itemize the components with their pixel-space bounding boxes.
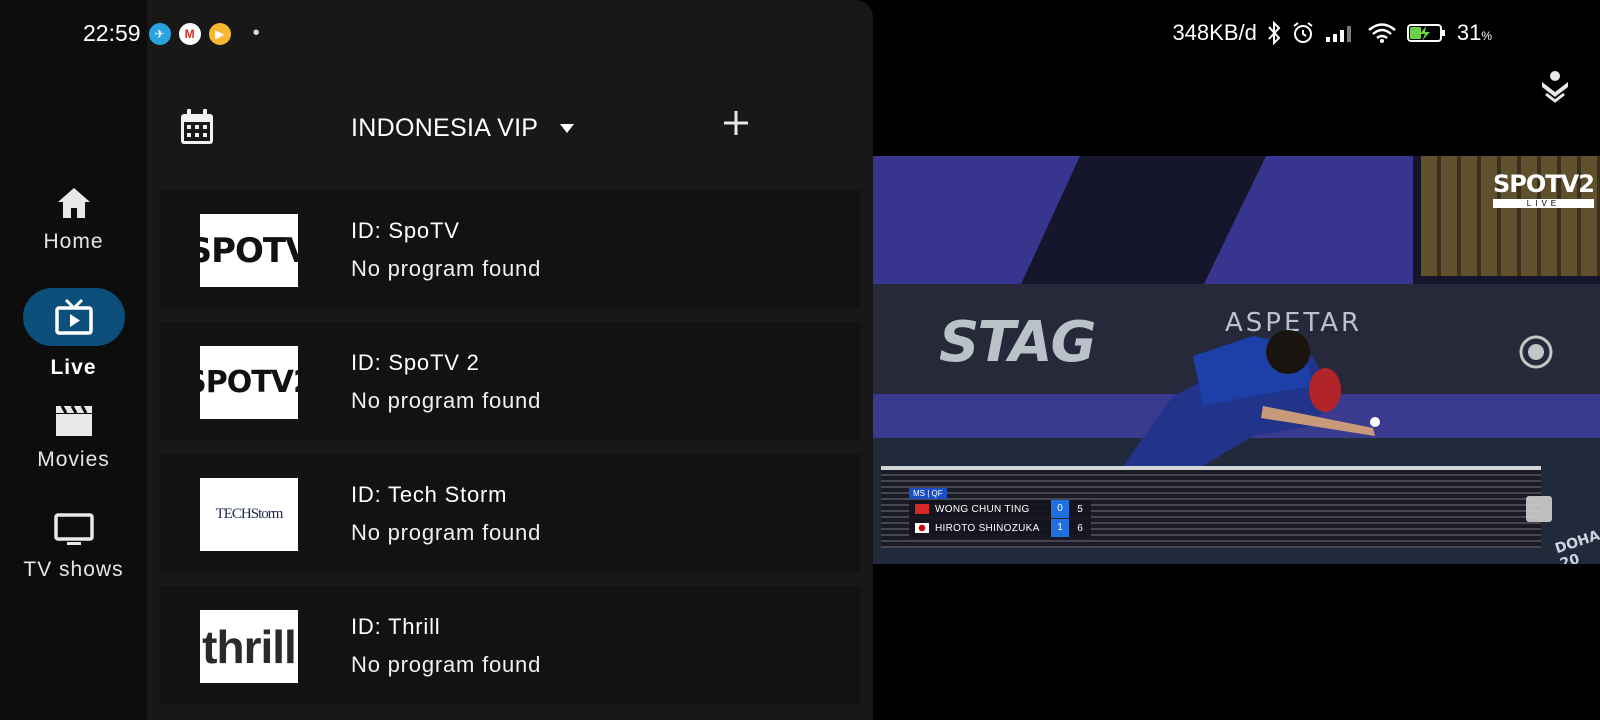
add-playlist-button[interactable] [721,108,751,143]
caret-down-icon [560,124,575,133]
more-notifications-dot: • [252,22,260,44]
player-sets: 1 [1051,519,1069,537]
channel-program: No program found [351,520,542,545]
video-player-figure [1123,330,1380,466]
channel-row[interactable]: TECHStorm ID: Tech Storm No program foun… [160,454,860,572]
channel-id: ID: Thrill [351,614,441,639]
battery-percent-value: 31 [1456,20,1482,45]
bluetooth-icon [1268,21,1281,45]
nav-tv-shows[interactable]: TV shows [0,512,147,582]
download-button[interactable] [1540,70,1570,109]
alarm-icon [1293,22,1313,43]
gmail-icon: M [178,22,201,45]
channel-logo: thrill [200,610,298,683]
score-row: HIROTO SHINOZUKA 1 6 [909,519,1091,537]
channel-logo-text: SPOTV2 [200,365,298,400]
stop-button[interactable] [1526,496,1552,522]
channel-logo: TECHStorm [200,478,298,551]
channel-list: SPOTV ID: SpoTV No program found SPOTV2 … [160,190,860,718]
channel-row[interactable]: SPOTV2 ID: SpoTV 2 No program found [160,322,860,440]
score-tag: MS | QF [909,488,947,499]
wifi-icon [1368,23,1396,43]
telegram-icon: ✈ [148,22,171,45]
channel-logo: SPOTV2 [200,346,298,419]
calendar-button[interactable] [179,108,215,151]
channel-toolbar: INDONESIA VIP [147,100,873,160]
status-bar-right: 348KB/d 31% [900,20,1600,46]
player-sets: 0 [1051,500,1069,518]
channel-logo-text: thrill [202,620,297,673]
nav-live[interactable]: Live [0,288,147,380]
home-icon [57,188,90,218]
download-icon [1542,71,1568,103]
playlist-dropdown[interactable]: INDONESIA VIP [351,114,575,143]
channel-id: ID: Tech Storm [351,482,508,507]
player-points: 5 [1077,503,1083,515]
scoreboard-overlay: MS | QF WONG CHUN TING 0 5 HIROTO SHINOZ… [909,488,1091,537]
status-time: 22:59 [83,20,141,46]
nav-live-active-pill [22,288,125,346]
channel-row[interactable]: SPOTV ID: SpoTV No program found [160,190,860,308]
monitor-icon [53,513,94,545]
record-button[interactable] [1518,334,1554,375]
channel-watermark-text: SPOTV2 [1493,170,1595,198]
channel-program: No program found [351,256,542,281]
data-rate: 348KB/d [1172,20,1257,45]
clapperboard-icon [55,405,92,436]
nav-live-label: Live [50,356,97,379]
plus-icon [724,111,748,135]
hong-kong-flag-icon [915,504,929,514]
channel-logo-text: TECHStorm [215,506,284,522]
nav-tv-shows-label: TV shows [23,558,124,581]
battery-percent-unit: % [1481,29,1492,43]
player-points: 6 [1077,522,1083,534]
channel-id: ID: SpoTV 2 [351,350,480,375]
battery-percent: 31% [1457,20,1492,46]
player-icon: ▶ [208,22,231,45]
playlist-name: INDONESIA VIP [351,114,539,142]
channel-program: No program found [351,652,542,677]
channel-logo: SPOTV [200,214,298,287]
navigation-rail: Home Live Movies TV shows [0,0,147,720]
cellular-signal-icon [1325,26,1351,42]
player-name: HIROTO SHINOZUKA [935,522,1040,534]
nav-home[interactable]: Home [0,186,147,254]
board-text-stag: STAG [939,310,1096,375]
calendar-icon [181,109,213,144]
nav-home-label: Home [43,230,104,253]
player-name: WONG CHUN TING [935,503,1030,515]
channel-program: No program found [351,388,542,413]
channel-watermark: SPOTV2 LIVE [1493,170,1595,208]
nav-movies[interactable]: Movies [0,404,147,472]
battery-charging-icon [1406,24,1445,42]
record-icon [1519,335,1553,369]
channel-logo-text: SPOTV [200,230,298,271]
video-player[interactable]: STAG ASPETAR DOHA 20 MS | QF WONG CHUN T… [873,156,1600,564]
tv-live-icon [54,298,93,335]
channel-row[interactable]: thrill ID: Thrill No program found [160,586,860,704]
japan-flag-icon [915,523,929,533]
status-bar-left: 22:59 ✈ M ▶ • [83,20,260,47]
nav-movies-label: Movies [37,448,110,471]
channel-id: ID: SpoTV [351,218,460,243]
score-row: WONG CHUN TING 0 5 [909,500,1091,518]
channel-watermark-live: LIVE [1493,199,1594,208]
